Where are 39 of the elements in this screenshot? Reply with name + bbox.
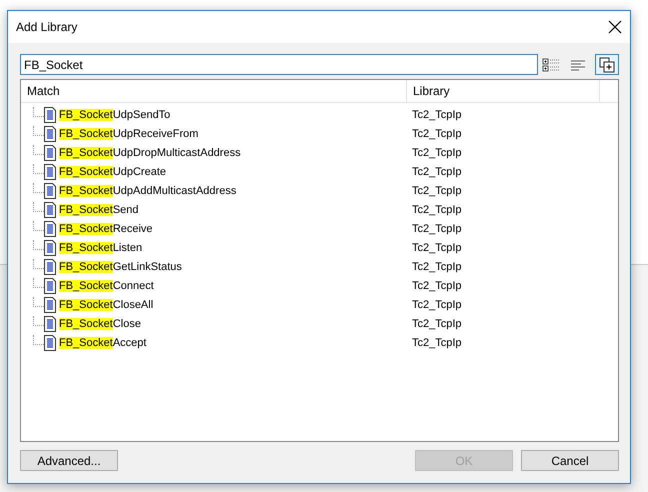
library-name: Tc2_TcpIp <box>411 108 462 120</box>
match-name[interactable]: FB_SocketUdpReceiveFrom <box>59 128 198 140</box>
document-icon <box>44 240 56 256</box>
column-header[interactable]: Library <box>407 80 600 102</box>
column-header[interactable]: Match <box>21 80 407 102</box>
dialog-button[interactable]: Cancel <box>521 450 619 471</box>
document-icon <box>44 258 56 274</box>
document-icon <box>44 202 56 218</box>
copy-icon[interactable] <box>595 54 619 75</box>
document-icon <box>44 106 56 122</box>
document-icon <box>44 334 56 350</box>
window-title: Add Library <box>16 20 78 34</box>
search-field[interactable]: FB_Socket <box>20 54 538 75</box>
match-name[interactable]: FB_SocketUdpAddMulticastAddress <box>59 184 236 196</box>
document-icon <box>44 182 56 198</box>
close-icon[interactable] <box>608 20 622 34</box>
library-name: Tc2_TcpIp <box>411 184 462 196</box>
library-name: Tc2_TcpIp <box>411 260 462 272</box>
library-name: Tc2_TcpIp <box>411 242 462 254</box>
library-name: Tc2_TcpIp <box>411 298 462 310</box>
library-name: Tc2_TcpIp <box>411 336 462 348</box>
document-icon <box>44 144 56 160</box>
document-icon <box>44 220 56 236</box>
library-name: Tc2_TcpIp <box>411 280 462 292</box>
document-icon <box>44 316 56 332</box>
library-name: Tc2_TcpIp <box>411 128 462 140</box>
library-name: Tc2_TcpIp <box>411 166 462 178</box>
match-name[interactable]: FB_SocketUdpDropMulticastAddress <box>59 146 241 158</box>
document-icon <box>44 126 56 142</box>
library-name: Tc2_TcpIp <box>411 204 462 216</box>
library-name: Tc2_TcpIp <box>411 222 462 234</box>
document-icon <box>44 164 56 180</box>
document-icon <box>44 278 56 294</box>
match-name[interactable]: FB_SocketUdpSendTo <box>59 108 170 120</box>
dialog-button[interactable]: Advanced... <box>20 450 118 471</box>
match-name[interactable]: FB_SocketGetLinkStatus <box>59 260 182 272</box>
library-name: Tc2_TcpIp <box>411 146 462 158</box>
document-icon <box>44 296 56 312</box>
library-name: Tc2_TcpIp <box>411 318 462 330</box>
